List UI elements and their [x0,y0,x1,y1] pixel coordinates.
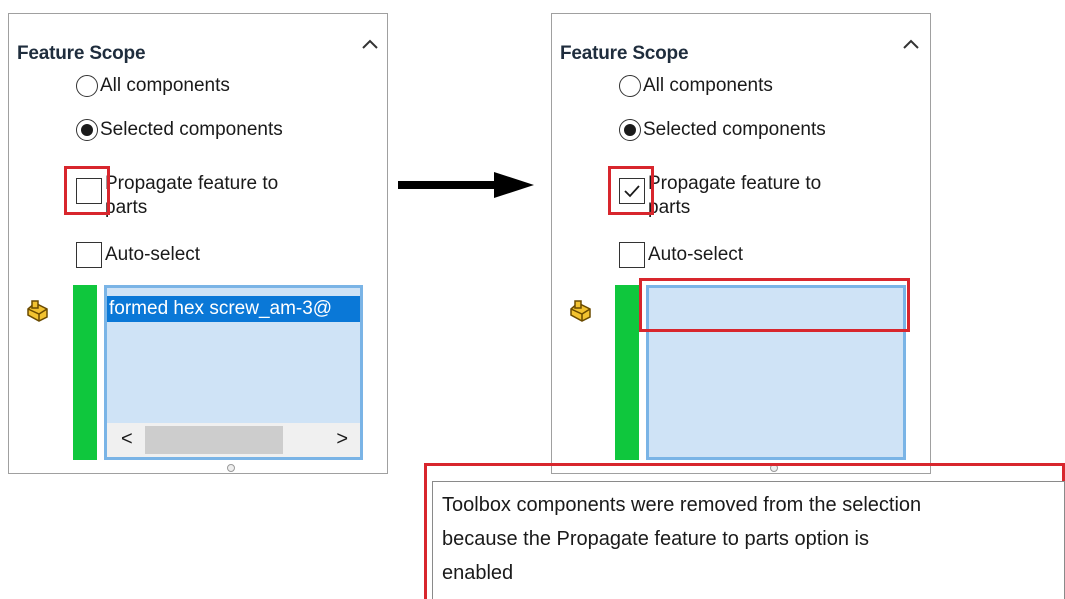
feature-scope-panel-after: Feature Scope All components Selected co… [551,13,931,474]
selection-listbox[interactable]: formed hex screw_am-3@ < > [104,285,363,460]
auto-select-row[interactable]: Auto-select [76,242,200,268]
selection-tooltip: Toolbox components were removed from the… [432,481,1065,599]
radio-label: All components [100,75,230,96]
propagate-checkbox[interactable] [619,178,645,204]
feature-scope-panel-before: Feature Scope All components Selected co… [8,13,388,474]
propagate-label: Propagate feature to parts [105,172,278,220]
list-item[interactable]: formed hex screw_am-3@ [107,296,360,322]
arrow-right-icon [398,172,534,198]
propagate-label: Propagate feature to parts [648,172,821,220]
tooltip-line1: Toolbox components were removed from the… [442,494,922,516]
auto-select-row[interactable]: Auto-select [619,242,743,268]
panel-title: Feature Scope [17,43,146,64]
propagate-checkbox[interactable] [76,178,102,204]
radio-selected-components[interactable]: Selected components [619,119,826,141]
radio-all-components[interactable]: All components [76,75,230,97]
radio-selected-components[interactable]: Selected components [76,119,283,141]
auto-select-label: Auto-select [648,244,744,265]
resize-handle[interactable] [227,464,235,472]
propagate-label-line2: parts [105,197,148,218]
propagate-label-line2: parts [648,197,691,218]
auto-select-label: Auto-select [105,244,201,265]
radio-label: Selected components [100,119,283,140]
chevron-up-icon[interactable] [902,38,920,50]
radio-label: Selected components [643,119,826,140]
propagate-checkbox-row[interactable]: Propagate feature to parts [76,173,278,220]
selection-color-bar [615,285,639,460]
radio-all-components[interactable]: All components [619,75,773,97]
radio-label: All components [643,75,773,96]
component-icon [27,300,48,322]
selection-listbox[interactable] [646,285,906,460]
component-icon [570,300,591,322]
propagate-checkbox-row[interactable]: Propagate feature to parts [619,173,821,220]
selection-color-bar [73,285,97,460]
chevron-up-icon[interactable] [361,38,379,50]
radio-button[interactable] [76,75,98,97]
horizontal-scrollbar[interactable]: < > [107,423,360,457]
radio-dot [624,124,636,136]
propagate-label-line1: Propagate feature to [105,173,279,194]
tooltip-line3: enabled [442,562,514,584]
radio-button[interactable] [619,75,641,97]
panel-title: Feature Scope [560,43,689,64]
tooltip-line2: because the Propagate feature to parts o… [442,528,869,550]
auto-select-checkbox[interactable] [619,242,645,268]
checkmark-icon [624,185,640,198]
propagate-label-line1: Propagate feature to [648,173,822,194]
scroll-right-icon[interactable]: > [336,429,348,449]
radio-button[interactable] [619,119,641,141]
scroll-left-icon[interactable]: < [121,429,133,449]
auto-select-checkbox[interactable] [76,242,102,268]
scroll-thumb[interactable] [145,426,283,454]
radio-dot [81,124,93,136]
radio-button[interactable] [76,119,98,141]
